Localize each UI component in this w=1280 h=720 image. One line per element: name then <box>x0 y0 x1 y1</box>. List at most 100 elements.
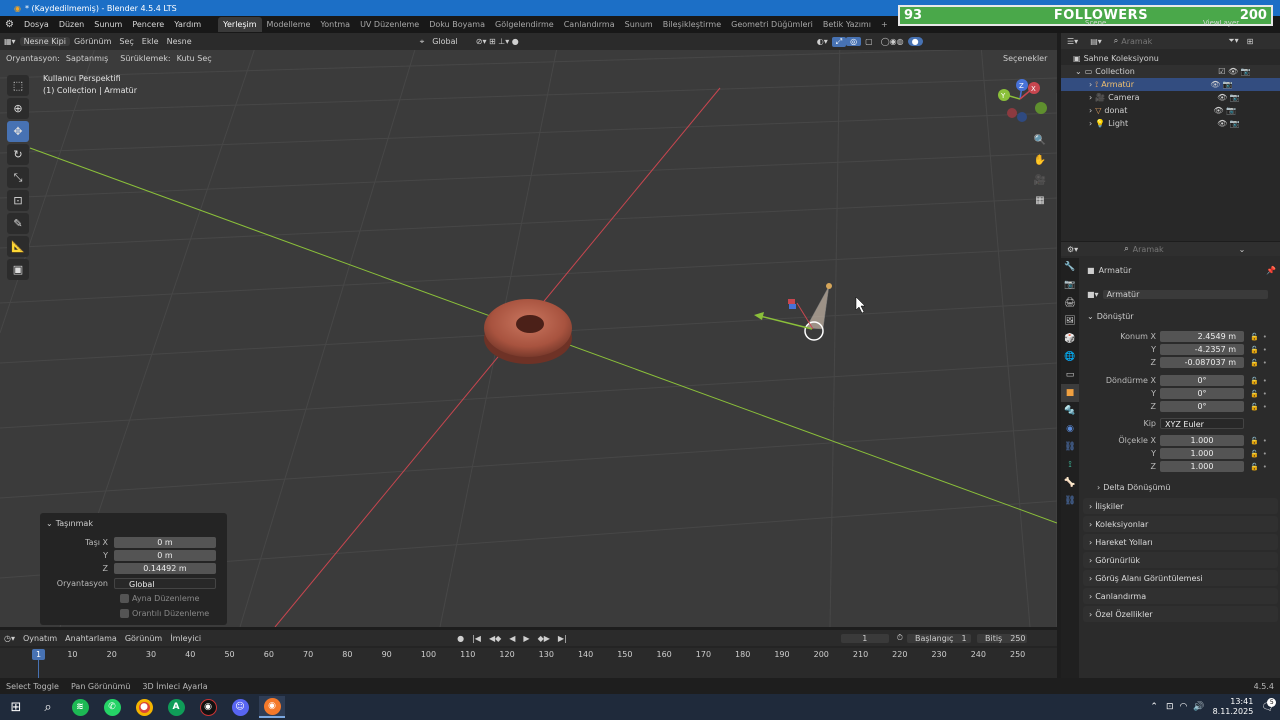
ortho-grid-icon[interactable]: ▦ <box>1030 191 1050 210</box>
physics-tab-icon[interactable]: ◉ <box>1061 420 1079 438</box>
menu-add[interactable]: Ekle <box>138 37 163 46</box>
operator-title-row[interactable]: ⌄ Taşınmak <box>40 517 227 529</box>
section-custom-properties[interactable]: › Özel Özellikler <box>1083 606 1278 622</box>
view-layer-tab-icon[interactable]: 🖼 <box>1061 312 1079 330</box>
timeline-ruler[interactable]: 10 20 30 40 50 60 70 80 90 100 110 120 130 140 150 160 1… <box>0 648 1057 678</box>
tab-shading[interactable]: Gölgelendirme <box>490 20 559 29</box>
add-cube-icon[interactable]: ▣ <box>7 259 29 280</box>
wifi-icon[interactable]: ◠ <box>1180 702 1188 712</box>
object-dropdown-icon[interactable]: ■▾ <box>1087 290 1099 299</box>
eye-icon[interactable]: 👁 📷 <box>1217 119 1240 128</box>
jump-end-icon[interactable]: ▶| <box>554 634 571 643</box>
tab-scripting[interactable]: Betik Yazımı <box>818 20 876 29</box>
clock-icon[interactable]: ⏱ <box>893 633 907 643</box>
scene-collection-row[interactable]: ▣ Sahne Koleksiyonu <box>1061 52 1280 65</box>
tab-texture-paint[interactable]: Doku Boyama <box>424 20 490 29</box>
gizmo-icon[interactable]: ⤢ <box>831 36 847 47</box>
filter-icon[interactable]: ⏷▾ <box>1228 36 1238 46</box>
menu-playback[interactable]: Oynatım <box>19 634 61 643</box>
section-motion-paths[interactable]: › Hareket Yolları <box>1083 534 1278 550</box>
chevron-right-icon[interactable]: › <box>1089 119 1092 128</box>
rotate-icon[interactable]: ↻ <box>7 144 29 165</box>
pin-icon[interactable]: 📌 <box>1266 266 1276 275</box>
end-frame-field[interactable]: Bitiş 250 <box>976 633 1027 643</box>
scene-label[interactable]: Scene <box>1080 19 1111 27</box>
transform-panel-header[interactable]: ⌄ Dönüştür <box>1083 310 1278 323</box>
outliner-item-light[interactable]: › 💡 Light 👁 📷 <box>1061 117 1280 130</box>
outliner-item-camera[interactable]: › 🎥 Camera 👁 📷 <box>1061 91 1280 104</box>
pan-hand-icon[interactable]: ✋ <box>1030 151 1050 170</box>
render-tab-icon[interactable]: 📷 <box>1061 276 1079 294</box>
navigation-gizmo[interactable]: Z X Y <box>998 79 1047 122</box>
menu-marker[interactable]: İmleyici <box>166 634 205 643</box>
bone-constraint-tab-icon[interactable]: ⛓ <box>1061 492 1079 510</box>
eye-icon[interactable]: 👁 📷 <box>1213 106 1236 115</box>
eye-icon[interactable]: 👁 📷 <box>1210 80 1233 89</box>
properties-editor-icon[interactable]: ⚙▾ <box>1061 245 1084 254</box>
menu-file[interactable]: Dosya <box>19 20 54 29</box>
editor-type-icon[interactable]: ▦▾ <box>0 37 20 46</box>
menu-render[interactable]: Sunum <box>89 20 127 29</box>
prev-keyframe-icon[interactable]: ◀◆ <box>485 634 505 643</box>
lock-icon[interactable]: 🔓• <box>1250 390 1271 398</box>
tab-layout[interactable]: Yerleşim <box>218 17 262 32</box>
menu-window[interactable]: Pencere <box>127 20 169 29</box>
lock-icon[interactable]: 🔓• <box>1250 346 1271 354</box>
proportional-editing-checkbox[interactable] <box>120 608 129 618</box>
tab-compositing[interactable]: Bileşikleştirme <box>658 20 726 29</box>
lock-icon[interactable]: 🔓• <box>1250 377 1271 385</box>
add-workspace-icon[interactable]: + <box>876 20 893 29</box>
section-relations[interactable]: › İlişkiler <box>1083 498 1278 514</box>
rotation-x-field[interactable]: 0° <box>1160 375 1244 386</box>
play-icon[interactable]: ▶ <box>519 634 533 643</box>
tab-rendering[interactable]: Sunum <box>620 20 658 29</box>
notification-icon[interactable]: 🗨 5 <box>1261 697 1277 713</box>
lock-icon[interactable]: 🔓• <box>1250 403 1271 411</box>
record-icon[interactable]: ● <box>453 634 468 643</box>
cursor-icon[interactable]: ⊕ <box>7 98 29 119</box>
timeline-editor-icon[interactable]: ◷▾ <box>0 634 19 643</box>
move-x-field[interactable]: 0 m <box>114 536 216 548</box>
collection-tab-icon[interactable]: ▭ <box>1061 366 1079 384</box>
playhead-frame-badge[interactable]: 1 <box>32 649 45 660</box>
lock-icon[interactable]: 🔓• <box>1250 333 1271 341</box>
zoom-icon[interactable]: 🔍 <box>1030 131 1050 150</box>
start-frame-field[interactable]: Başlangıç 1 <box>906 633 971 643</box>
constraint-tab-icon[interactable]: ⛓ <box>1061 438 1079 456</box>
transform-icon[interactable]: ⊡ <box>7 190 29 211</box>
chrome-icon[interactable]: ● <box>131 696 157 718</box>
transform-orientation-dropdown[interactable]: Global <box>428 37 462 46</box>
bone-tab-icon[interactable]: 🦴 <box>1061 474 1079 492</box>
rotation-y-field[interactable]: 0° <box>1160 388 1244 399</box>
blender-menu-icon[interactable]: ⚙ <box>0 19 19 30</box>
search-icon[interactable]: ⌕ <box>35 696 61 718</box>
tool-tab-icon[interactable]: 🔧 <box>1061 258 1079 276</box>
measure-icon[interactable]: 📐 <box>7 236 29 257</box>
menu-select[interactable]: Seç <box>115 37 137 46</box>
windows-start-icon[interactable]: ⊞ <box>3 696 29 718</box>
tab-animation[interactable]: Canlandırma <box>559 20 620 29</box>
new-collection-icon[interactable]: ⊞ <box>1247 37 1254 46</box>
viewport-3d[interactable]: Z X Y ▦▾ Nesne Kipi Görünüm Seç Ekle Nes… <box>0 33 1057 627</box>
next-keyframe-icon[interactable]: ◆▶ <box>534 634 554 643</box>
chevron-down-icon[interactable]: ⌄ <box>1075 67 1082 76</box>
chevron-right-icon[interactable]: › <box>1089 93 1092 102</box>
rotation-z-field[interactable]: 0° <box>1160 401 1244 412</box>
viewlayer-label[interactable]: ViewLayer <box>1198 19 1244 27</box>
menu-edit[interactable]: Düzen <box>54 20 89 29</box>
chrome-profile-icon[interactable]: A <box>163 696 189 718</box>
spotify-icon[interactable]: ≋ <box>67 696 93 718</box>
chevron-right-icon[interactable]: › <box>1089 106 1092 115</box>
camera-view-icon[interactable]: 🎥 <box>1030 171 1050 190</box>
network-icon[interactable]: ⊡ <box>1166 702 1174 712</box>
move-icon[interactable]: ✥ <box>7 121 29 142</box>
orientation-dropdown[interactable]: Saptanmış <box>63 54 111 63</box>
datablock-name-field[interactable]: Armatür <box>1102 290 1268 299</box>
armature-data-tab-icon[interactable]: ⟟ <box>1061 456 1079 474</box>
scale-icon[interactable]: ⤡ <box>7 167 29 188</box>
jump-start-icon[interactable]: |◀ <box>468 634 485 643</box>
lock-icon[interactable]: 🔓• <box>1250 437 1271 445</box>
menu-object[interactable]: Nesne <box>163 37 196 46</box>
pivot-icon[interactable]: ⊘▾ ⊞ ⊥▾ ● <box>472 37 523 46</box>
armature-object[interactable] <box>754 283 832 341</box>
